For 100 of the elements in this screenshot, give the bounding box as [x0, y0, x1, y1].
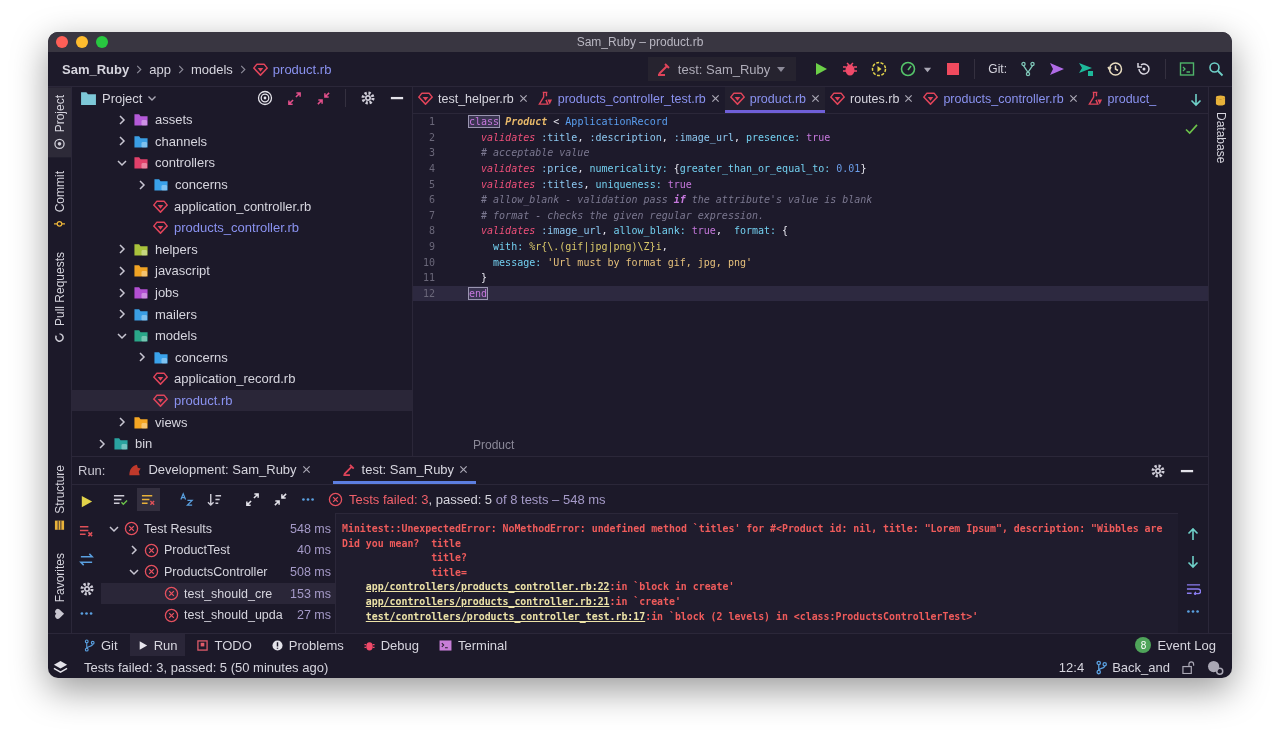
tree-row[interactable]: concerns [72, 173, 412, 196]
breadcrumb-item[interactable]: models [190, 61, 233, 77]
close-icon[interactable] [811, 94, 821, 103]
test-row[interactable]: Test Results 548 ms [101, 518, 335, 540]
tool-window-tab[interactable]: Pull Requests [48, 243, 71, 351]
chevron-icon[interactable] [129, 545, 139, 556]
event-log-button[interactable]: 8 Event Log [1127, 634, 1224, 656]
project-view-dropdown[interactable]: Project [80, 90, 158, 106]
tool-window-tab[interactable]: Project [48, 87, 71, 158]
chevron-icon[interactable] [117, 158, 127, 168]
tool-window-button[interactable]: Problems [263, 634, 352, 656]
locate-target-icon[interactable] [257, 90, 273, 106]
coverage-icon[interactable] [871, 61, 888, 77]
close-icon[interactable] [1068, 94, 1078, 103]
sort-alphabetically-icon[interactable] [179, 491, 194, 507]
code-breadcrumb[interactable]: Product [473, 438, 515, 452]
chevron-icon[interactable] [117, 309, 127, 320]
tree-row[interactable]: views [72, 411, 412, 433]
caret-position[interactable]: 12:4 [1058, 659, 1085, 675]
chevron-icon[interactable] [117, 114, 127, 125]
minimize-window-button[interactable] [76, 36, 88, 48]
unlock-icon[interactable] [1182, 660, 1195, 674]
run-tab[interactable]: Development: Sam_Ruby [119, 457, 319, 484]
tool-window-button[interactable]: Git [76, 634, 126, 656]
tree-row[interactable]: models [72, 324, 412, 347]
soft-wrap-icon[interactable] [1185, 583, 1201, 595]
tree-row[interactable]: products_controller.rb [72, 216, 412, 239]
branch-widget[interactable]: Back_and [1096, 659, 1170, 675]
tool-window-button[interactable]: TODO [189, 634, 260, 656]
tree-row[interactable]: application_controller.rb [72, 195, 412, 217]
editor-tab[interactable]: products_controller_test.rb [532, 87, 725, 113]
breadcrumb-item[interactable]: Sam_Ruby [62, 61, 130, 77]
tree-row[interactable]: bin [72, 432, 412, 455]
chevron-icon[interactable] [117, 136, 127, 147]
close-icon[interactable] [459, 464, 469, 474]
tree-row[interactable]: controllers [72, 152, 412, 174]
tree-row[interactable]: helpers [72, 238, 412, 261]
chevron-icon[interactable] [117, 265, 127, 276]
stop-icon[interactable] [945, 61, 962, 77]
more-icon[interactable] [79, 611, 94, 616]
close-icon[interactable] [710, 94, 720, 103]
down-arrow-icon[interactable] [1187, 555, 1199, 569]
tool-window-tab[interactable]: Database [1209, 87, 1232, 172]
close-icon[interactable] [518, 94, 528, 103]
tool-window-tab[interactable]: Favorites [48, 544, 71, 627]
terminal-icon[interactable] [1179, 61, 1195, 77]
test-row[interactable]: ProductTest 40 ms [101, 539, 335, 562]
tree-row[interactable]: concerns [72, 346, 412, 369]
chevron-icon[interactable] [109, 523, 119, 534]
tree-row[interactable]: mailers [72, 303, 412, 325]
tool-window-button[interactable]: Run [129, 634, 186, 656]
branch-icon[interactable] [1020, 61, 1036, 77]
stack-trace-link[interactable]: test/controllers/products_controller_test.rb:17 [365, 610, 646, 622]
chevron-icon[interactable] [117, 417, 127, 428]
chevron-icon[interactable] [117, 330, 127, 341]
tree-row[interactable]: application_record.rb [72, 368, 412, 390]
settings-icon[interactable] [78, 581, 95, 597]
close-icon[interactable] [301, 464, 311, 474]
run-configuration-dropdown[interactable]: test: Sam_Ruby [647, 57, 797, 81]
breadcrumb-item[interactable]: product.rb [272, 61, 332, 77]
history-icon[interactable] [1107, 61, 1123, 77]
chevron-icon[interactable] [129, 567, 139, 577]
editor-tab[interactable]: product.rb [724, 87, 826, 113]
tool-window-tab[interactable]: Commit [48, 163, 71, 238]
gauge-icon[interactable] [900, 61, 917, 77]
test-row[interactable]: test_should_upda 27 ms [101, 604, 335, 626]
debug-bug-icon[interactable] [842, 61, 859, 77]
test-row[interactable]: test_should_cre 153 ms [101, 582, 335, 605]
send-arrow-icon[interactable] [1049, 61, 1065, 77]
test-row[interactable]: ProductsController 508 ms [101, 561, 335, 583]
rerun-icon[interactable] [79, 494, 94, 509]
tree-row[interactable]: javascript [72, 260, 412, 282]
revert-icon[interactable] [1136, 61, 1152, 77]
tree-row[interactable]: product.rb [72, 389, 412, 412]
breadcrumb-item[interactable]: app [149, 61, 171, 77]
tree-row[interactable]: assets [72, 109, 412, 131]
editor-tab[interactable]: routes.rb [825, 87, 919, 113]
push-arrow-icon[interactable] [1078, 61, 1094, 77]
chevron-icon[interactable] [117, 287, 127, 298]
chevron-icon[interactable] [97, 438, 107, 449]
chevron-icon[interactable] [117, 244, 127, 255]
tree-row[interactable]: jobs [72, 281, 412, 304]
chevron-icon[interactable] [137, 179, 147, 190]
down-arrow-icon[interactable] [1190, 93, 1202, 107]
editor-tab[interactable]: test_helper.rb [413, 87, 533, 113]
layers-icon[interactable] [53, 659, 68, 675]
rerun-failed-icon[interactable] [79, 523, 94, 538]
settings-icon[interactable] [1150, 462, 1166, 479]
close-window-button[interactable] [56, 36, 68, 48]
tool-window-button[interactable]: Debug [355, 634, 428, 656]
more-icon[interactable] [301, 496, 315, 502]
stack-trace-link[interactable]: app/controllers/products_controller.rb:22 [365, 581, 610, 593]
up-arrow-icon[interactable] [1187, 527, 1199, 541]
tool-window-button[interactable]: Terminal [431, 634, 516, 656]
stack-trace-link[interactable]: app/controllers/products_controller.rb:21 [365, 595, 610, 607]
editor-tab[interactable]: products_controller.rb [918, 87, 1083, 113]
sort-duration-icon[interactable] [207, 491, 222, 507]
tree-row[interactable]: channels [72, 130, 412, 153]
tool-window-tab[interactable]: Structure [48, 456, 71, 539]
run-tab[interactable]: test: Sam_Ruby [332, 457, 477, 484]
